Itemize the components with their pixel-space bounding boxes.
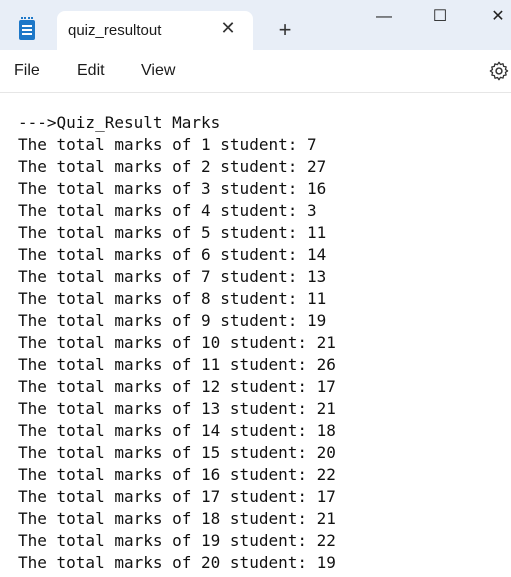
tab-title: quiz_resultout [68, 22, 162, 39]
document-line: The total marks of 4 student: 3 [18, 201, 317, 220]
document-line: The total marks of 10 student: 21 [18, 333, 336, 352]
notepad-icon [19, 17, 35, 40]
menu-edit[interactable]: Edit [77, 62, 105, 80]
document-content: --->Quiz_Result Marks The total marks of … [18, 112, 336, 574]
document-line: The total marks of 3 student: 16 [18, 179, 327, 198]
new-tab-button[interactable]: + [274, 19, 296, 41]
document-line: The total marks of 20 student: 19 [18, 553, 336, 572]
document-line: The total marks of 2 student: 27 [18, 157, 327, 176]
document-line: The total marks of 8 student: 11 [18, 289, 327, 308]
document-line: The total marks of 12 student: 17 [18, 377, 336, 396]
document-line: The total marks of 5 student: 11 [18, 223, 327, 242]
document-line: The total marks of 9 student: 19 [18, 311, 327, 330]
menu-view[interactable]: View [141, 62, 175, 80]
gear-icon[interactable] [488, 60, 510, 82]
document-line: The total marks of 15 student: 20 [18, 443, 336, 462]
document-line: The total marks of 14 student: 18 [18, 421, 336, 440]
title-bar: quiz_resultout ✕ + — ☐ ✕ [0, 0, 511, 50]
document-line: The total marks of 13 student: 21 [18, 399, 336, 418]
maximize-button[interactable]: ☐ [425, 4, 455, 30]
document-line: The total marks of 18 student: 21 [18, 509, 336, 528]
minimize-button[interactable]: — [369, 4, 399, 30]
document-line: The total marks of 19 student: 22 [18, 531, 336, 550]
close-tab-icon[interactable]: ✕ [217, 17, 239, 39]
document-line: The total marks of 17 student: 17 [18, 487, 336, 506]
menu-bar: File Edit View [0, 50, 511, 93]
document-line: The total marks of 16 student: 22 [18, 465, 336, 484]
document-heading-line: --->Quiz_Result Marks [18, 113, 221, 132]
document-line: The total marks of 11 student: 26 [18, 355, 336, 374]
tab-quiz-resultout[interactable]: quiz_resultout ✕ [57, 11, 253, 50]
document-line: The total marks of 6 student: 14 [18, 245, 327, 264]
close-window-button[interactable]: ✕ [483, 4, 511, 30]
document-line: The total marks of 1 student: 7 [18, 135, 317, 154]
document-line: The total marks of 7 student: 13 [18, 267, 327, 286]
menu-file[interactable]: File [14, 62, 40, 80]
text-editor[interactable]: --->Quiz_Result Marks The total marks of … [0, 93, 511, 577]
